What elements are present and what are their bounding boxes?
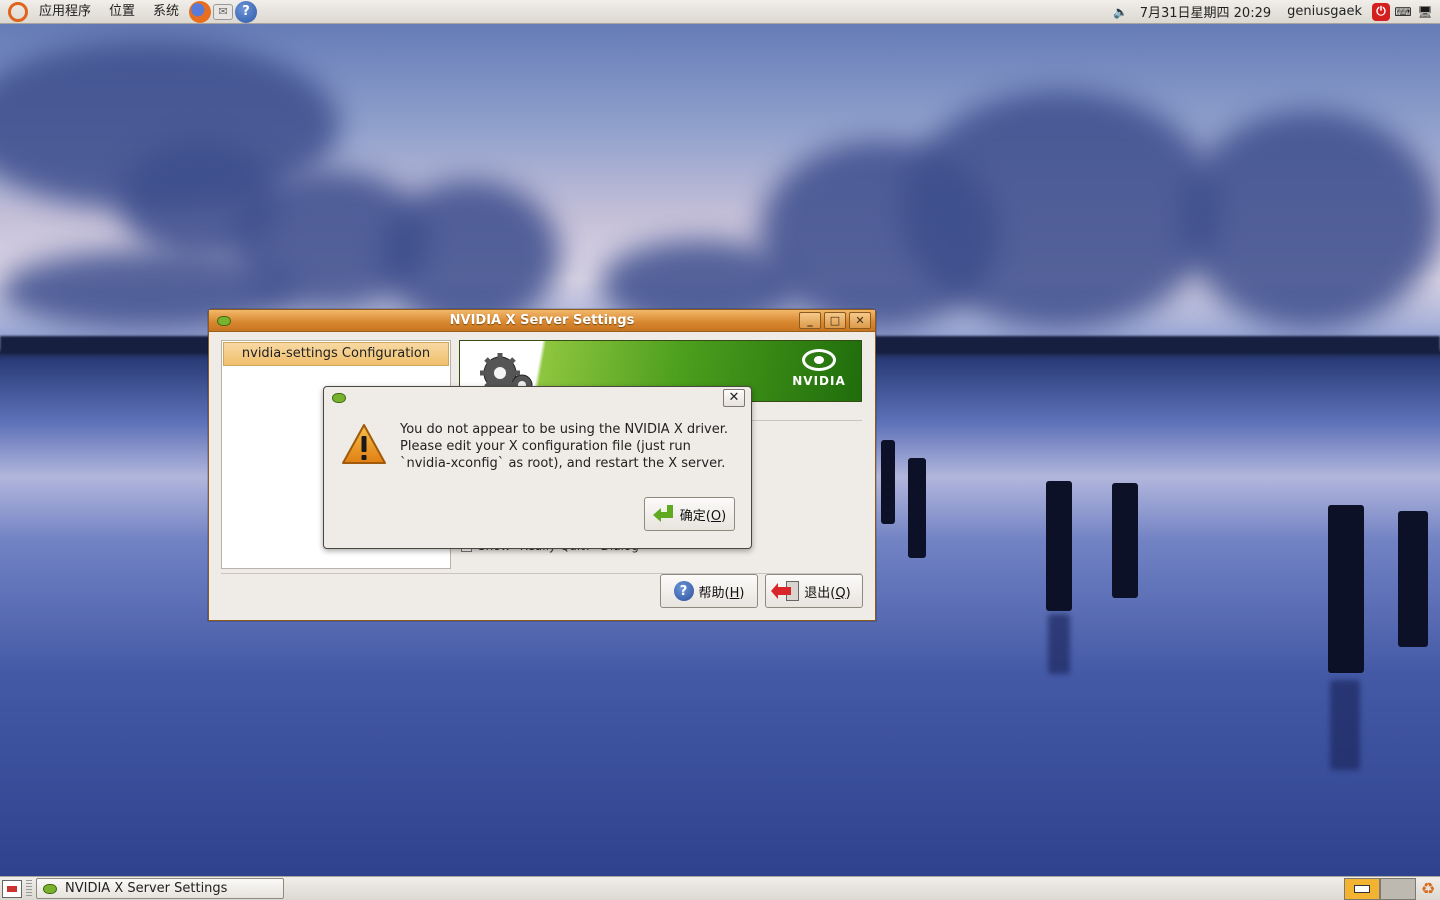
bottom-panel: NVIDIA X Server Settings ♻ (0, 876, 1440, 900)
quit-button-label: 退出(Q) (804, 585, 851, 601)
power-icon[interactable]: ⏻ (1372, 2, 1390, 21)
help-button-label: 帮助(H) (698, 585, 745, 601)
maximize-button[interactable]: □ (824, 312, 846, 329)
nvidia-wordmark: NVIDIA (792, 374, 846, 388)
volume-icon[interactable]: 🔈 (1112, 3, 1130, 21)
workspace-switcher[interactable] (1344, 877, 1416, 900)
nvidia-app-icon (43, 883, 57, 894)
dialog-titlebar[interactable]: ✕ (324, 387, 751, 409)
workspace-1[interactable] (1344, 877, 1380, 900)
network-icon[interactable]: 🖥 (1416, 3, 1434, 21)
help-icon[interactable]: ? (235, 0, 258, 23)
dialog-message: You do not appear to be using the NVIDIA… (400, 422, 729, 471)
quit-button[interactable]: 退出(Q) (765, 574, 863, 608)
taskbar-window-button[interactable]: NVIDIA X Server Settings (36, 878, 284, 899)
trash-icon[interactable]: ♻ (1416, 878, 1440, 900)
nvidia-logo: NVIDIA (789, 349, 849, 388)
show-desktop-button[interactable] (2, 879, 22, 898)
menu-system[interactable]: 系统 (144, 0, 188, 24)
mail-icon[interactable]: ✉ (213, 3, 234, 20)
quit-icon (771, 581, 800, 601)
menu-places[interactable]: 位置 (100, 0, 144, 24)
close-button[interactable]: ✕ (849, 312, 871, 329)
keyboard-icon[interactable]: ⌨ (1394, 3, 1412, 21)
workspace-2[interactable] (1380, 877, 1416, 900)
menu-applications[interactable]: 应用程序 (30, 0, 100, 24)
ubuntu-logo-icon[interactable] (8, 1, 28, 22)
help-button[interactable]: ? 帮助(H) (660, 574, 758, 608)
window-titlebar[interactable]: NVIDIA X Server Settings _ □ ✕ (209, 310, 875, 332)
nvidia-app-icon[interactable] (217, 315, 231, 326)
nvidia-app-icon (332, 393, 346, 403)
ok-button[interactable]: 确定(O) (644, 497, 735, 531)
ok-arrow-icon (652, 505, 675, 523)
warning-dialog: ✕ You do not appear to be using the NVID… (323, 386, 752, 549)
user-name[interactable]: geniusgaek (1281, 4, 1368, 19)
firefox-icon[interactable] (189, 0, 212, 23)
minimize-button[interactable]: _ (799, 312, 821, 329)
window-title: NVIDIA X Server Settings (449, 313, 635, 328)
tree-item-configuration[interactable]: nvidia-settings Configuration (223, 342, 449, 366)
clock[interactable]: 7月31日星期四 20:29 (1134, 2, 1277, 21)
top-panel: 应用程序 位置 系统 ✉ ? 🔈 7月31日星期四 20:29 geniusga… (0, 0, 1440, 24)
taskbar-window-title: NVIDIA X Server Settings (65, 881, 228, 896)
help-icon: ? (673, 581, 694, 601)
nvidia-eye-icon (802, 349, 836, 371)
warning-icon (342, 424, 386, 464)
panel-grip[interactable] (26, 879, 32, 898)
ok-button-label: 确定(O) (679, 508, 727, 524)
dialog-close-button[interactable]: ✕ (723, 389, 745, 407)
